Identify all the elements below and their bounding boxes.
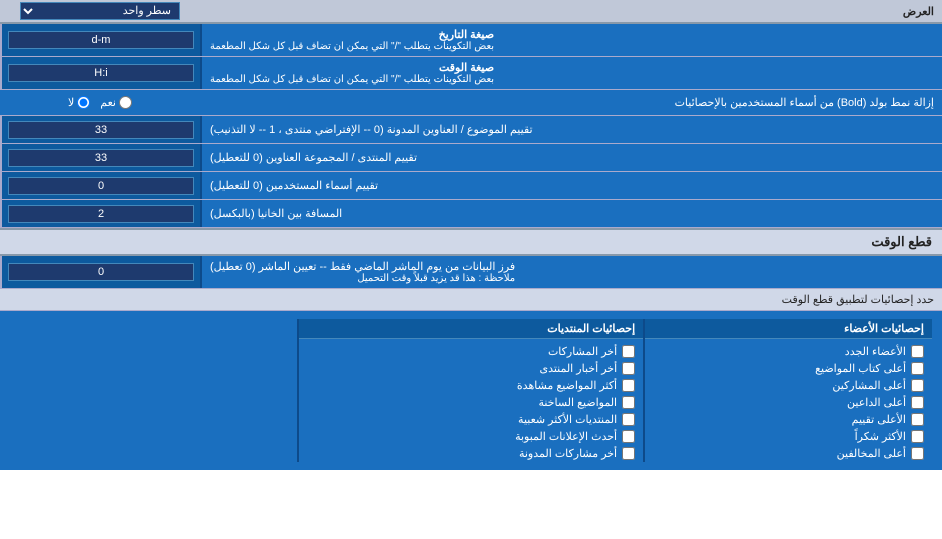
checkbox-new-members[interactable] [911,345,924,358]
checkbox-hot-topics[interactable] [622,396,635,409]
stats-item-top-writers: أعلى كتاب المواضيع [645,360,932,377]
forum-field[interactable] [8,149,194,167]
checkbox-top-violators[interactable] [911,447,924,460]
date-format-label: صيغة التاريخ بعض التكوينات يتطلب "/" الت… [200,24,942,56]
users-input [0,172,200,199]
stats-item-last-posts: أخر المشاركات [299,343,643,360]
header-row: العرض سطر واحدسطرينثلاثة أسطر [0,0,942,24]
sort-field[interactable] [8,121,194,139]
distance-label: المسافة بين الخانيا (بالبكسل) [200,200,942,227]
users-field[interactable] [8,177,194,195]
time-format-label: صيغة الوقت بعض التكوينات يتطلب "/" التي … [200,57,942,89]
stats-item-top-inviters: أعلى الداعين [645,394,932,411]
time-format-field[interactable] [8,64,194,82]
checkbox-top-participants[interactable] [911,379,924,392]
bold-row: إزالة نمط بولد (Bold) من أسماء المستخدمي… [0,90,942,116]
sort-input [0,116,200,143]
sort-label: تقييم الموضوع / العناوين المدونة (0 -- ا… [200,116,942,143]
time-format-input [0,57,200,89]
cutoff-label: فرز البيانات من يوم الماشر الماضي فقط --… [200,256,942,288]
cutoff-row: فرز البيانات من يوم الماشر الماضي فقط --… [0,256,942,289]
date-format-row: صيغة التاريخ بعض التكوينات يتطلب "/" الت… [0,24,942,57]
stats-item-top-violators: أعلى المخالفين [645,445,932,462]
bold-label: إزالة نمط بولد (Bold) من أسماء المستخدمي… [200,92,942,113]
checkbox-most-thanked[interactable] [911,430,924,443]
main-container: العرض سطر واحدسطرينثلاثة أسطر صيغة التار… [0,0,942,470]
stats-grid: إحصائيات الأعضاء الأعضاء الجدد أعلى كتاب… [10,319,932,462]
checkbox-latest-classifieds[interactable] [622,430,635,443]
stats-section: إحصائيات الأعضاء الأعضاء الجدد أعلى كتاب… [0,311,942,470]
checkbox-most-viewed[interactable] [622,379,635,392]
distance-row: المسافة بين الخانيا (بالبكسل) [0,200,942,228]
stats-item-latest-classifieds: أحدث الإعلانات المبوبة [299,428,643,445]
date-format-field[interactable] [8,31,194,49]
cutoff-section-title: قطع الوقت [0,228,942,256]
stats-item-popular-forums: المنتديات الأكثر شعبية [299,411,643,428]
header-label: العرض [200,2,942,21]
stats-item-forum-news: أخر أخبار المنتدى [299,360,643,377]
stats-item-top-participants: أعلى المشاركين [645,377,932,394]
bold-yes-label: نعم [100,96,132,109]
bold-no-radio[interactable] [77,96,90,109]
stats-header-members: إحصائيات الأعضاء [645,319,932,339]
cutoff-input [0,256,200,288]
stats-item-most-thanked: الأكثر شكراً [645,428,932,445]
stats-header-forums: إحصائيات المنتديات [299,319,643,339]
distance-field[interactable] [8,205,194,223]
bold-no-label: لا [68,96,90,109]
stats-col-empty [10,319,299,462]
stats-col-members: إحصائيات الأعضاء الأعضاء الجدد أعلى كتاب… [645,319,932,462]
limit-label: حدد إحصائيات لتطبيق قطع الوقت [782,294,934,306]
stats-item-blog-posts: أخر مشاركات المدونة [299,445,643,462]
checkbox-top-writers[interactable] [911,362,924,375]
checkbox-top-rated[interactable] [911,413,924,426]
bold-radio-options: نعم لا [0,94,200,111]
forum-label: تقييم المنتدى / المجموعة العناوين (0 للت… [200,144,942,171]
display-select[interactable]: سطر واحدسطرينثلاثة أسطر [20,2,180,20]
bold-yes-radio[interactable] [119,96,132,109]
checkbox-forum-news[interactable] [622,362,635,375]
stats-item-top-rated: الأعلى تقييم [645,411,932,428]
checkbox-blog-posts[interactable] [622,447,635,460]
time-format-row: صيغة الوقت بعض التكوينات يتطلب "/" التي … [0,57,942,90]
sort-row: تقييم الموضوع / العناوين المدونة (0 -- ا… [0,116,942,144]
stats-col-forums: إحصائيات المنتديات أخر المشاركات أخر أخب… [299,319,645,462]
cutoff-field[interactable] [8,263,194,281]
users-label: تقييم أسماء المستخدمين (0 للتعطيل) [200,172,942,199]
checkbox-top-inviters[interactable] [911,396,924,409]
distance-input [0,200,200,227]
forum-input [0,144,200,171]
checkbox-popular-forums[interactable] [622,413,635,426]
users-row: تقييم أسماء المستخدمين (0 للتعطيل) [0,172,942,200]
header-input: سطر واحدسطرينثلاثة أسطر [0,0,200,22]
stats-item-new-members: الأعضاء الجدد [645,343,932,360]
checkbox-last-posts[interactable] [622,345,635,358]
stats-item-hot-topics: المواضيع الساخنة [299,394,643,411]
stats-item-most-viewed: أكثر المواضيع مشاهدة [299,377,643,394]
date-format-input [0,24,200,56]
limit-row: حدد إحصائيات لتطبيق قطع الوقت [0,289,942,311]
forum-row: تقييم المنتدى / المجموعة العناوين (0 للت… [0,144,942,172]
